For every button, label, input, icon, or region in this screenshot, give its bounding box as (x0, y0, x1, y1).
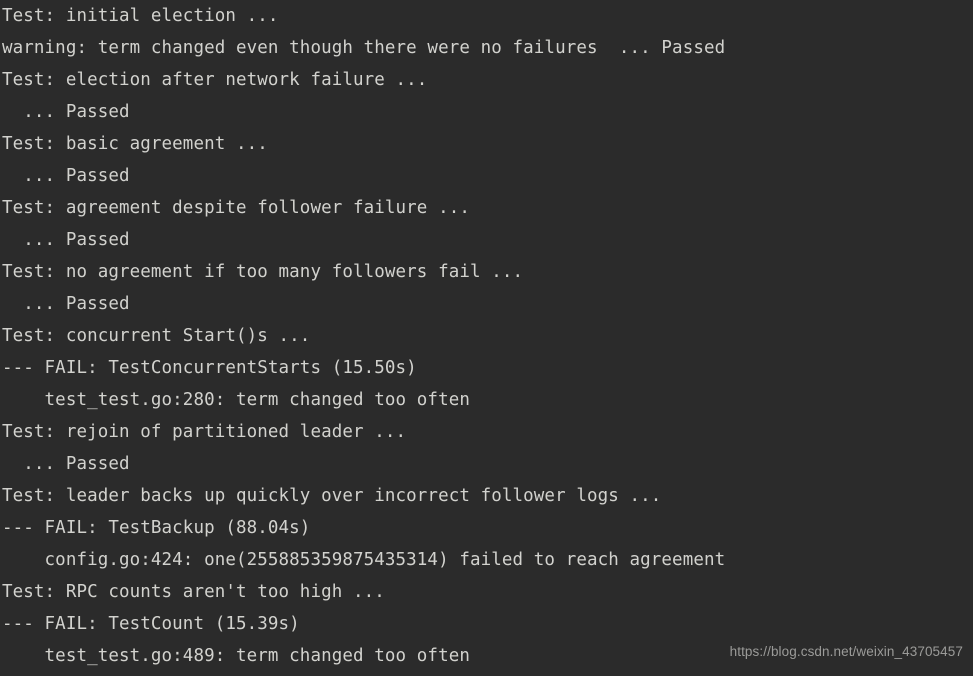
console-line: --- FAIL: TestConcurrentStarts (15.50s) (2, 358, 417, 378)
console-line: ... Passed (2, 294, 130, 314)
console-line: ... Passed (2, 454, 130, 474)
console-line: Test: RPC counts aren't too high ... (2, 582, 385, 602)
console-line: test_test.go:280: term changed too often (2, 390, 470, 410)
console-line: Test: rejoin of partitioned leader ... (2, 422, 407, 442)
console-line: Test: initial election ... (2, 6, 279, 26)
console-line: ... Passed (2, 230, 130, 250)
console-line: Test: agreement despite follower failure… (2, 198, 470, 218)
console-line: --- FAIL: TestCount (15.39s) (2, 614, 300, 634)
console-line: warning: term changed even though there … (2, 38, 726, 58)
watermark-url: https://blog.csdn.net/weixin_43705457 (729, 644, 963, 659)
terminal-window: Test: initial election ... warning: term … (0, 0, 973, 676)
console-line: --- FAIL: TestBackup (88.04s) (2, 518, 311, 538)
console-line: Test: election after network failure ... (2, 70, 428, 90)
console-line: config.go:324: term changed (0, 672, 973, 676)
console-line: Test: concurrent Start()s ... (2, 326, 311, 346)
console-line: Test: leader backs up quickly over incor… (2, 486, 662, 506)
console-line: ... Passed (2, 102, 130, 122)
console-line: ... Passed (2, 166, 130, 186)
console-line: config.go:424: one(255885359875435314) f… (2, 550, 726, 570)
console-output[interactable]: Test: initial election ... warning: term … (0, 0, 973, 676)
console-line: Test: no agreement if too many followers… (2, 262, 524, 282)
console-line: Test: basic agreement ... (2, 134, 268, 154)
